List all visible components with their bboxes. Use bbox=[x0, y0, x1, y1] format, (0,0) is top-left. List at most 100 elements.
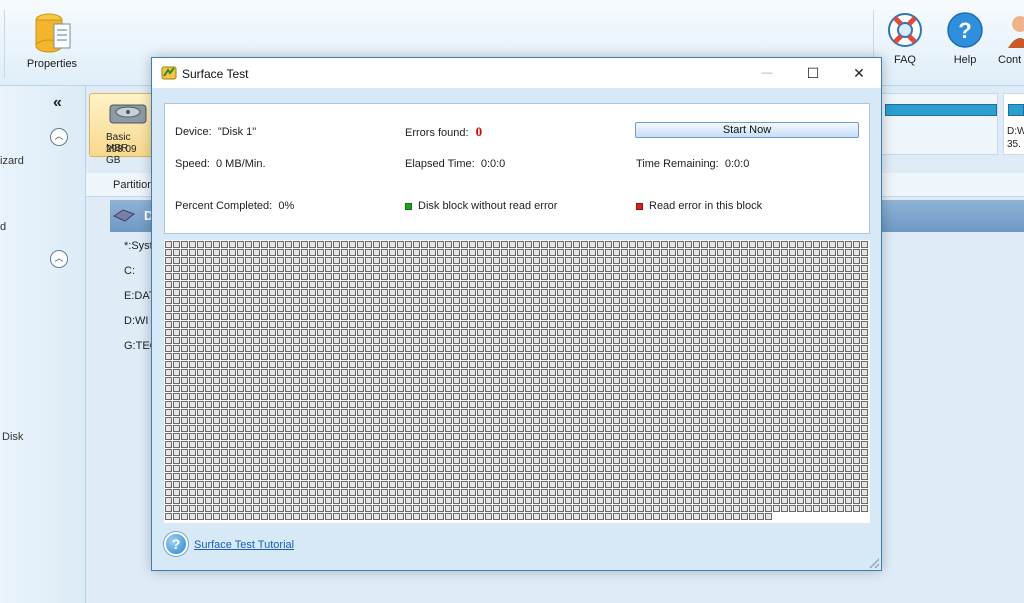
disk-block bbox=[205, 305, 212, 312]
disk-block bbox=[709, 361, 716, 368]
disk-block bbox=[597, 425, 604, 432]
disk-block bbox=[485, 401, 492, 408]
left-panel-item[interactable]: d bbox=[0, 221, 6, 233]
disk-block bbox=[437, 281, 444, 288]
disk-block bbox=[797, 345, 804, 352]
partition-row[interactable]: *:Syst bbox=[124, 240, 153, 252]
disk-block bbox=[245, 505, 252, 512]
disk-block bbox=[669, 257, 676, 264]
disk-block bbox=[253, 449, 260, 456]
disk-block bbox=[805, 305, 812, 312]
contact-button[interactable]: Cont bbox=[998, 10, 1024, 66]
disk-block bbox=[765, 321, 772, 328]
disk-block bbox=[813, 241, 820, 248]
partition-row[interactable]: D:WI bbox=[124, 315, 148, 327]
start-now-button[interactable]: Start Now bbox=[635, 122, 859, 138]
disk-block bbox=[421, 465, 428, 472]
disk-block bbox=[229, 377, 236, 384]
disk-block bbox=[293, 321, 300, 328]
disk-block bbox=[765, 473, 772, 480]
left-panel-item[interactable]: Disk bbox=[2, 431, 23, 443]
disk-block bbox=[829, 393, 836, 400]
disk-block bbox=[757, 249, 764, 256]
maximize-button[interactable]: ☐ bbox=[790, 58, 836, 88]
disk-block bbox=[733, 465, 740, 472]
disk-block bbox=[277, 505, 284, 512]
disk-block bbox=[173, 433, 180, 440]
partition-bar[interactable] bbox=[880, 93, 998, 155]
collapse-panel-icon[interactable]: « bbox=[53, 94, 62, 112]
disk-block bbox=[853, 257, 860, 264]
disk-block bbox=[493, 457, 500, 464]
disk-block bbox=[765, 513, 772, 520]
close-button[interactable]: ✕ bbox=[836, 58, 882, 88]
disk-block bbox=[165, 465, 172, 472]
disk-block bbox=[669, 353, 676, 360]
left-panel-item[interactable]: izard bbox=[0, 155, 24, 167]
disk-block bbox=[669, 417, 676, 424]
disk-block bbox=[213, 385, 220, 392]
disk-block bbox=[621, 401, 628, 408]
disk-block bbox=[197, 265, 204, 272]
disk-block bbox=[645, 305, 652, 312]
properties-button[interactable]: Properties bbox=[22, 10, 82, 70]
disk-block bbox=[589, 273, 596, 280]
disk-block bbox=[861, 425, 868, 432]
disk-block bbox=[557, 337, 564, 344]
disk-block bbox=[789, 409, 796, 416]
disk-block bbox=[829, 281, 836, 288]
disk-block bbox=[525, 425, 532, 432]
disk-block bbox=[781, 289, 788, 296]
disk-block bbox=[501, 401, 508, 408]
partition-bar[interactable]: D:W 35. bbox=[1003, 93, 1024, 155]
disk-block bbox=[237, 305, 244, 312]
disk-block bbox=[477, 505, 484, 512]
disk-block bbox=[181, 241, 188, 248]
disk-block bbox=[205, 281, 212, 288]
disk-block bbox=[613, 481, 620, 488]
surface-test-tutorial-link[interactable]: Surface Test Tutorial bbox=[194, 539, 294, 551]
chevron-up-icon[interactable]: ︿ bbox=[50, 128, 68, 146]
disk-block bbox=[517, 457, 524, 464]
minimize-button[interactable]: — bbox=[744, 58, 790, 88]
disk-block bbox=[461, 441, 468, 448]
resize-grip[interactable] bbox=[869, 558, 879, 568]
disk-block bbox=[309, 457, 316, 464]
disk-block bbox=[445, 425, 452, 432]
disk-card[interactable]: Basic MBR 298.09 GB bbox=[89, 93, 153, 166]
disk-block bbox=[381, 297, 388, 304]
disk-block bbox=[493, 313, 500, 320]
disk-block bbox=[845, 241, 852, 248]
chevron-up-icon[interactable]: ︿ bbox=[50, 250, 68, 268]
disk-block bbox=[597, 401, 604, 408]
disk-block bbox=[653, 433, 660, 440]
disk-block bbox=[317, 361, 324, 368]
disk-block bbox=[301, 321, 308, 328]
partition-row[interactable]: C: bbox=[124, 265, 135, 277]
disk-block bbox=[773, 281, 780, 288]
disk-block bbox=[813, 249, 820, 256]
disk-block bbox=[645, 257, 652, 264]
disk-block bbox=[269, 281, 276, 288]
disk-block bbox=[197, 377, 204, 384]
disk-block bbox=[517, 345, 524, 352]
disk-block bbox=[445, 385, 452, 392]
disk-block bbox=[485, 489, 492, 496]
disk-block bbox=[421, 265, 428, 272]
disk-block bbox=[533, 473, 540, 480]
dialog-titlebar[interactable]: Surface Test — ☐ ✕ bbox=[152, 58, 881, 88]
disk-block bbox=[557, 433, 564, 440]
disk-block bbox=[333, 473, 340, 480]
disk-block bbox=[717, 305, 724, 312]
disk-block bbox=[701, 449, 708, 456]
column-header-partition[interactable]: Partition bbox=[113, 179, 153, 191]
disk-block bbox=[317, 497, 324, 504]
disk-block bbox=[277, 433, 284, 440]
disk-block bbox=[645, 497, 652, 504]
disk-block bbox=[805, 265, 812, 272]
help-button[interactable]: ? Help bbox=[940, 10, 990, 66]
disk-block bbox=[445, 257, 452, 264]
disk-block bbox=[637, 481, 644, 488]
faq-button[interactable]: FAQ bbox=[880, 10, 930, 66]
help-circle-icon[interactable]: ? bbox=[164, 532, 188, 556]
